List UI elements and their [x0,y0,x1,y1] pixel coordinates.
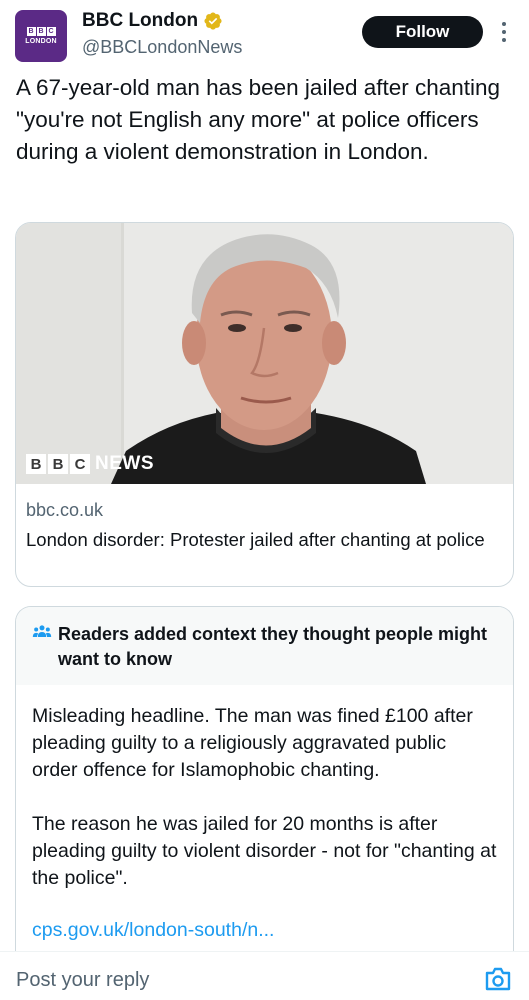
community-note-header[interactable]: Readers added context they thought peopl… [16,607,513,685]
community-note-paragraph: The reason he was jailed for 20 months i… [32,813,497,889]
follow-button[interactable]: Follow [362,16,483,48]
community-note-body: Misleading headline. The man was fined £… [16,685,513,892]
watermark-block: C [70,454,90,474]
link-card[interactable]: B B C NEWS bbc.co.uk London disorder: Pr… [15,222,514,587]
account-name[interactable]: BBC London [82,10,223,32]
bbc-news-watermark: B B C NEWS [26,453,154,475]
avatar-logo-block: B [26,27,36,36]
tweet-text: A 67-year-old man has been jailed after … [16,75,501,164]
reply-input[interactable]: Post your reply [16,969,149,992]
card-image[interactable]: B B C NEWS [16,223,513,484]
avatar-logo: B B C [26,27,56,36]
avatar[interactable]: B B C LONDON [15,10,67,62]
avatar-logo-block: C [46,27,56,36]
community-note-paragraph: Misleading headline. The man was fined £… [32,705,473,781]
more-options-icon[interactable] [497,20,511,44]
community-note-title: Readers added context they thought peopl… [58,624,488,669]
account-name-text: BBC London [82,10,199,31]
verified-badge-icon [204,12,222,30]
mugshot-photo [16,223,513,484]
camera-icon[interactable] [484,966,512,992]
watermark-block: B [26,454,46,474]
avatar-logo-block: B [36,27,46,36]
avatar-label: LONDON [25,38,57,45]
account-handle[interactable]: @BBCLondonNews [82,37,242,58]
watermark-block: B [48,454,68,474]
watermark-word: NEWS [95,453,154,474]
community-note: Readers added context they thought peopl… [15,606,514,951]
tweet-header: B B C LONDON BBC London @BBCLondonNews F… [0,0,529,70]
reply-bar: Post your reply [0,951,529,1000]
community-note-source-link[interactable]: cps.gov.uk/london-south/n... [32,919,274,942]
card-title[interactable]: London disorder: Protester jailed after … [26,526,506,553]
card-domain: bbc.co.uk [26,500,104,520]
people-icon [32,625,52,637]
